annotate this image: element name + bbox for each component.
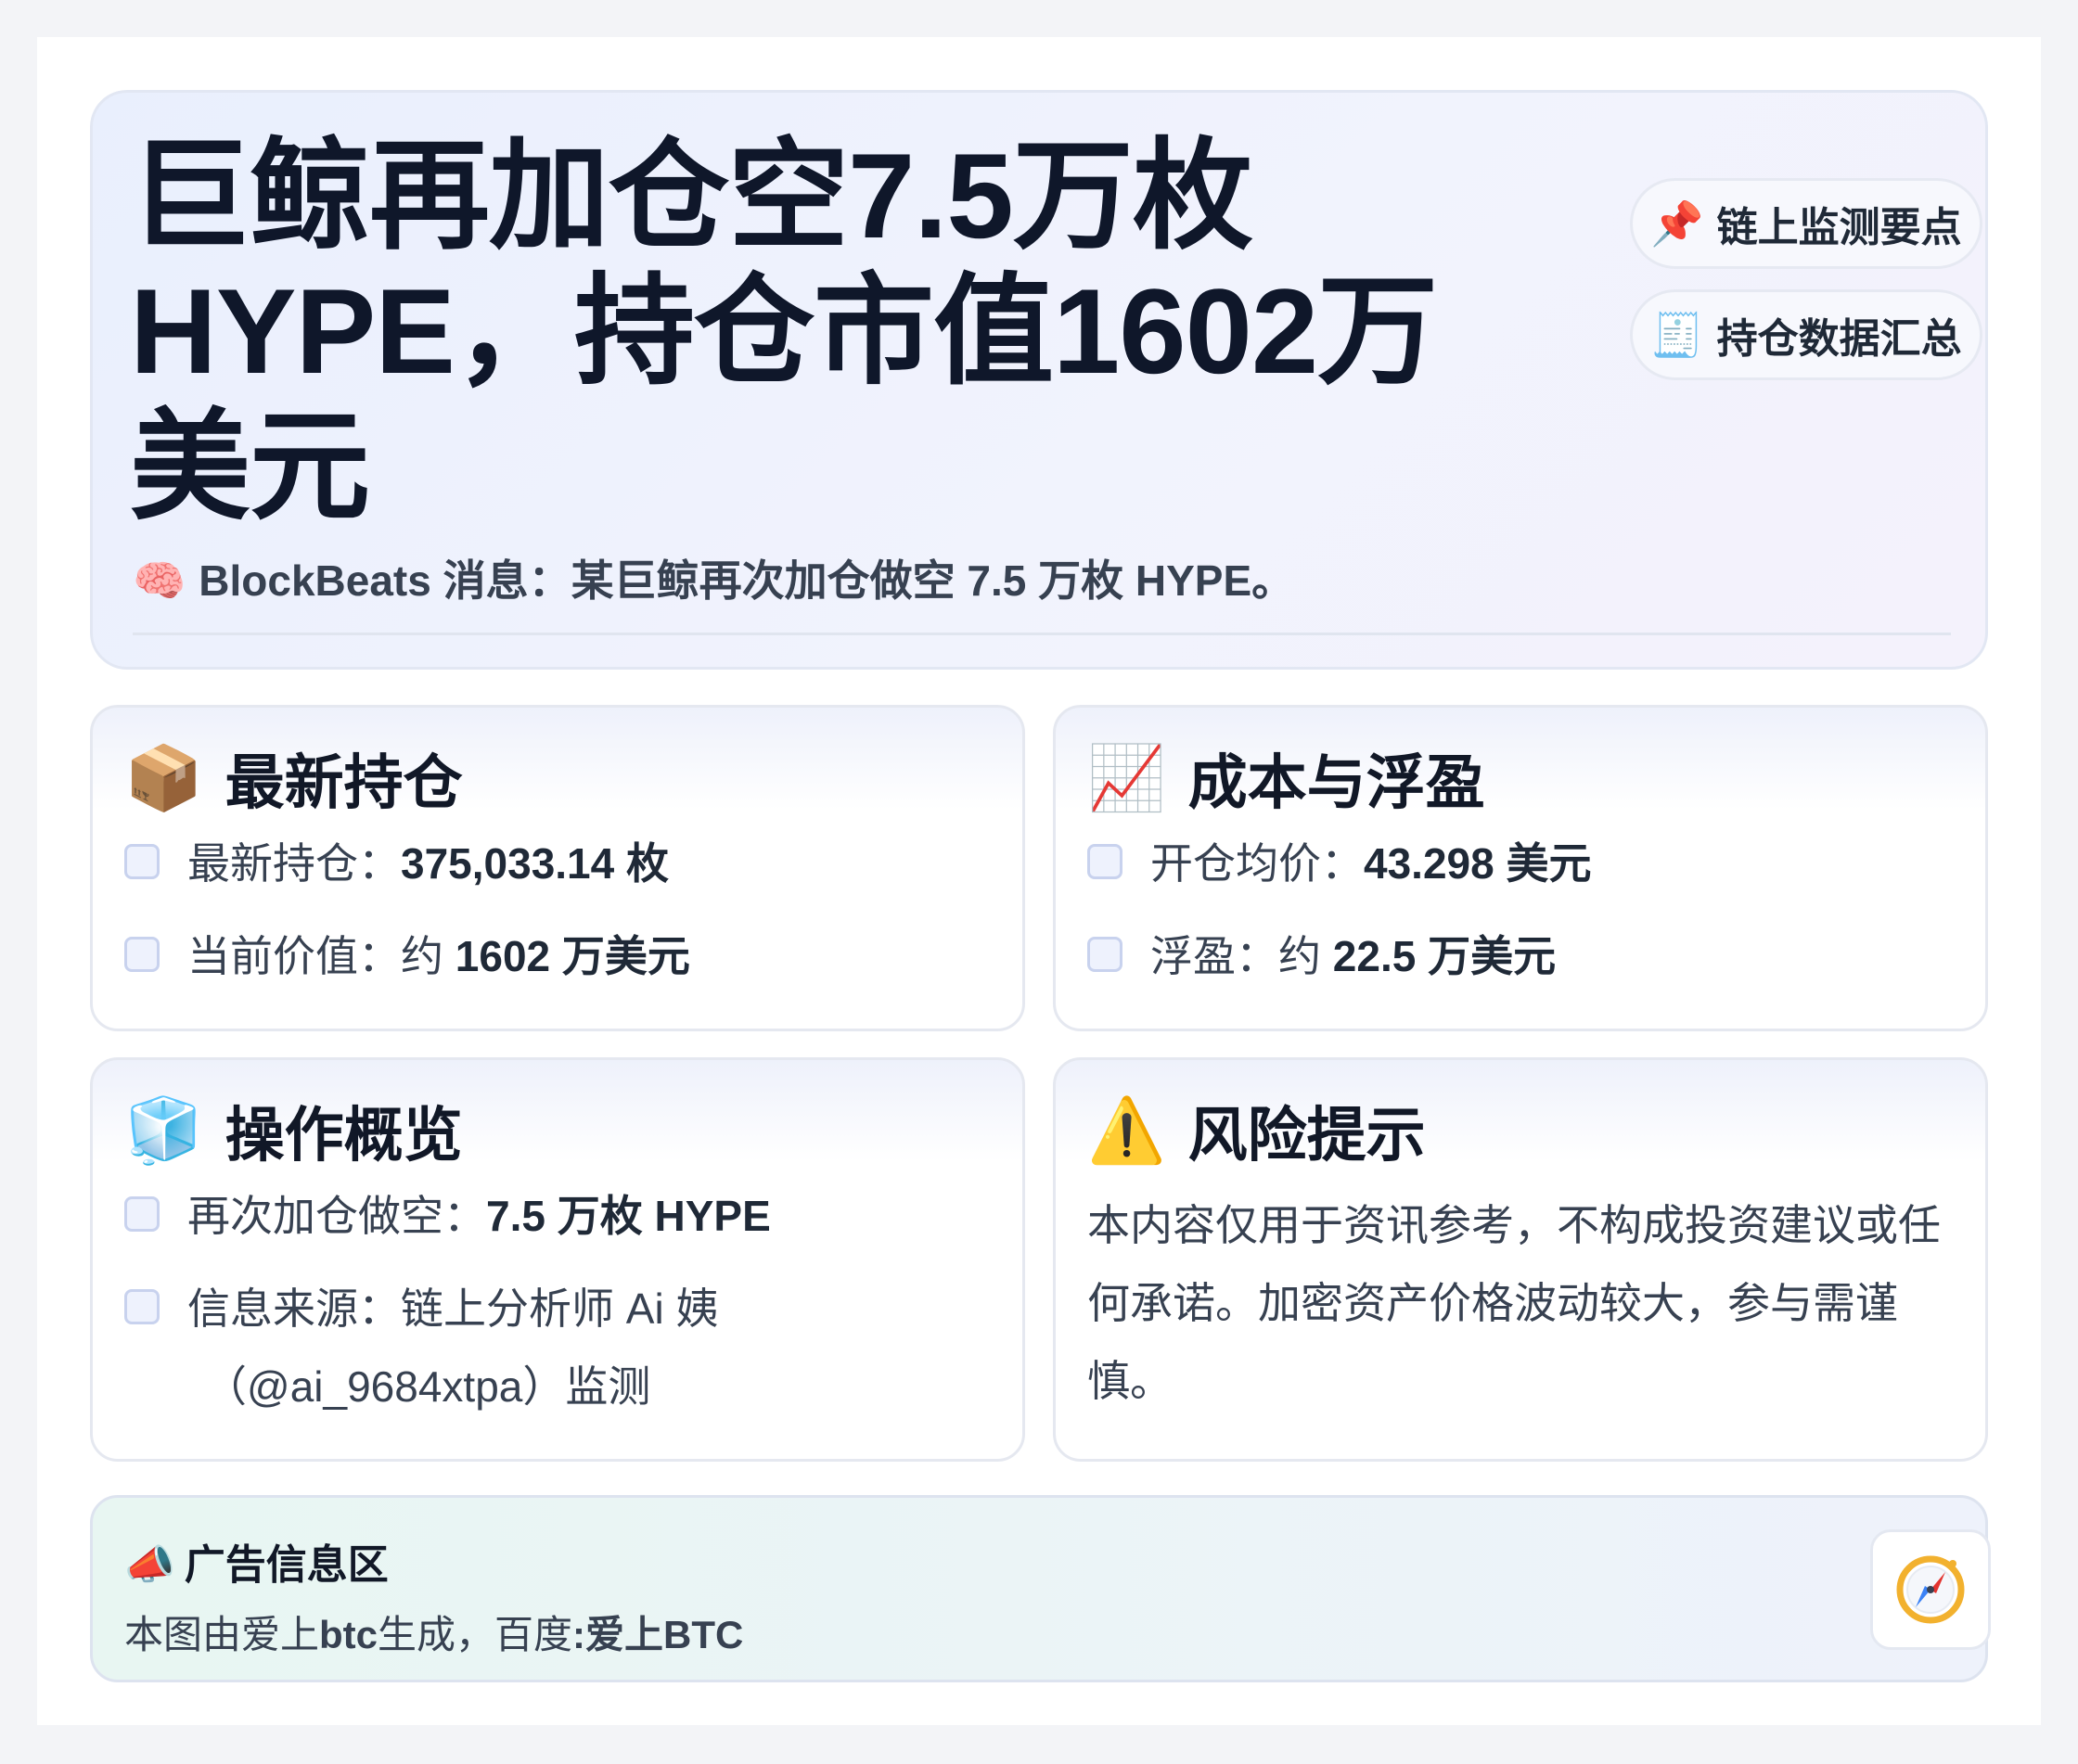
- ad-panel: 📣 广告信息区 本图由爱上btc生成，百度:爱上BTC: [90, 1495, 1991, 1682]
- compass-icon: [1896, 1555, 1965, 1624]
- item-value: 43.298 美元: [1364, 839, 1592, 888]
- card-heading: 📦 最新持仓: [124, 735, 463, 821]
- list-item: 信息来源：链上分析师 Ai 姨 （@ai_9684xtpa）监测: [124, 1270, 718, 1425]
- item-value: 7.5 万枚 HYPE: [486, 1192, 771, 1240]
- pill-label: 持仓数据汇总: [1716, 316, 1962, 362]
- item-label: 再次加仓做空：: [187, 1192, 486, 1240]
- chart-increasing-icon: 📈: [1087, 743, 1166, 813]
- checkbox-bullet: [1087, 844, 1122, 879]
- brain-icon: 🧠: [133, 556, 186, 605]
- ad-title: 广告信息区: [184, 1542, 389, 1588]
- onchain-monitor-button[interactable]: 📌 链上监测要点: [1630, 178, 1982, 269]
- receipt-icon: 🧾: [1650, 310, 1704, 359]
- warning-icon: ⚠️: [1087, 1095, 1166, 1166]
- ad-text-prefix: 本图由爱上: [124, 1613, 320, 1656]
- hero-subtitle-text: BlockBeats 消息：某巨鲸再次加仓做空 7.5 万枚 HYPE。: [199, 556, 1295, 605]
- card-heading: 🧊 操作概览: [124, 1088, 463, 1173]
- checkbox-bullet: [1087, 937, 1122, 972]
- megaphone-icon: 📣: [124, 1542, 175, 1588]
- item-value: 1602 万美元: [455, 932, 690, 980]
- ad-text-middle: 生成，百度: [378, 1613, 573, 1656]
- list-item: 再次加仓做空：7.5 万枚 HYPE: [124, 1177, 771, 1255]
- page-title: 巨鲸再加仓空7.5万枚HYPE，持仓市值1602万美元: [130, 128, 1438, 534]
- position-summary-button[interactable]: 🧾 持仓数据汇总: [1630, 289, 1982, 380]
- poster-page: 巨鲸再加仓空7.5万枚HYPE，持仓市值1602万美元 🧠 BlockBeats …: [37, 37, 2041, 1725]
- hero-subtitle: 🧠 BlockBeats 消息：某巨鲸再次加仓做空 7.5 万枚 HYPE。: [133, 547, 1294, 608]
- operations-card: 🧊 操作概览 再次加仓做空：7.5 万枚 HYPE 信息来源：链上分析师 Ai …: [90, 1057, 1025, 1462]
- risk-text: 本内容仅用于资讯参考，不构成投资建议或任何承诺。加密资产价格波动较大，参与需谨慎…: [1087, 1201, 1941, 1405]
- package-icon: 📦: [124, 743, 203, 813]
- checkbox-bullet: [124, 844, 160, 879]
- ice-cube-icon: 🧊: [124, 1095, 203, 1166]
- ad-text-brand-baidu: :爱上BTC: [572, 1613, 744, 1656]
- risk-card: ⚠️ 风险提示 本内容仅用于资讯参考，不构成投资建议或任何承诺。加密资产价格波动…: [1053, 1057, 1988, 1462]
- card-heading: 📈 成本与浮盈: [1087, 735, 1485, 821]
- checkbox-bullet: [124, 937, 160, 972]
- checkbox-bullet: [124, 1196, 160, 1232]
- card-title: 风险提示: [1187, 1102, 1426, 1169]
- item-label: 当前价值：约: [187, 932, 455, 980]
- list-item: 当前价值：约 1602 万美元: [124, 917, 690, 995]
- item-label: 浮盈：约: [1150, 932, 1333, 980]
- pushpin-icon: 📌: [1650, 198, 1704, 248]
- position-card: 📦 最新持仓 最新持仓：375,033.14 枚 当前价值：约 1602 万美元: [90, 705, 1025, 1031]
- item-value: 375,033.14 枚: [401, 839, 670, 888]
- card-title: 操作概览: [224, 1102, 463, 1169]
- hero-panel: 巨鲸再加仓空7.5万枚HYPE，持仓市值1602万美元 🧠 BlockBeats …: [90, 90, 1988, 670]
- cost-profit-card: 📈 成本与浮盈 开仓均价：43.298 美元 浮盈：约 22.5 万美元: [1053, 705, 1988, 1031]
- list-item: 最新持仓：375,033.14 枚: [124, 824, 669, 902]
- item-value: 22.5 万美元: [1332, 932, 1557, 980]
- pill-label: 链上监测要点: [1716, 205, 1962, 250]
- source-handle: （@ai_9684xtpa）监测: [204, 1362, 651, 1411]
- ad-heading: 📣 广告信息区: [124, 1531, 389, 1591]
- divider: [133, 633, 1951, 635]
- card-heading: ⚠️ 风险提示: [1087, 1088, 1426, 1173]
- card-title: 成本与浮盈: [1187, 749, 1485, 816]
- compass-button[interactable]: [1870, 1529, 1991, 1650]
- item-label: 最新持仓：: [187, 839, 401, 888]
- card-title: 最新持仓: [224, 749, 463, 816]
- list-item: 浮盈：约 22.5 万美元: [1087, 917, 1556, 995]
- ad-text-brand: btc: [319, 1613, 378, 1656]
- ad-text: 本图由爱上btc生成，百度:爱上BTC: [124, 1604, 743, 1660]
- checkbox-bullet: [124, 1289, 160, 1324]
- list-item: 开仓均价：43.298 美元: [1087, 824, 1591, 902]
- item-label: 信息来源：链上分析师 Ai 姨: [187, 1285, 719, 1333]
- item-label: 开仓均价：: [1150, 839, 1364, 888]
